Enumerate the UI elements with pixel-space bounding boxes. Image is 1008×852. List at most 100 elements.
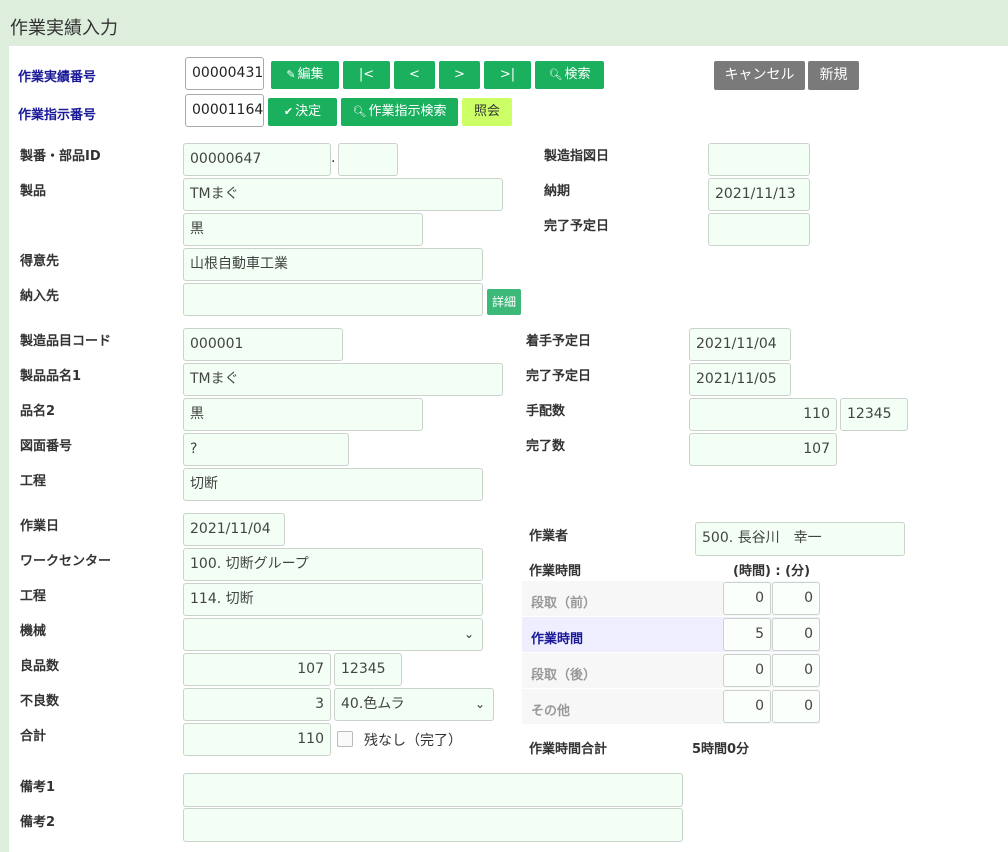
edit-button[interactable]: ✎ 編集 [271, 61, 339, 89]
worker-label: 作業者 [529, 529, 569, 544]
part-id-label: 製番・部品ID [20, 149, 101, 164]
order-search-button[interactable]: 🔍︎ 作業指示検索 [341, 98, 458, 126]
left-border [0, 46, 9, 852]
setup-after-hours[interactable]: 0 [723, 654, 771, 687]
defect-reason-select[interactable]: 40.色ムラ ⌄ [334, 688, 494, 721]
good-input[interactable]: 107 [183, 653, 331, 686]
part-id-separator: . [331, 150, 336, 166]
total-time-label: 作業時間合計 [529, 742, 608, 757]
worker-input[interactable]: 500. 長谷川 幸一 [695, 522, 905, 556]
cancel-button[interactable]: キャンセル [714, 61, 805, 90]
detail-button[interactable]: 詳細 [487, 289, 521, 315]
machine-label: 機械 [20, 624, 47, 639]
mfg-order-date-label: 製造指図日 [544, 149, 610, 164]
order-no-input[interactable]: 00001164 [185, 94, 264, 127]
item-name1-label: 製品品名1 [20, 369, 82, 384]
delivery-label: 納入先 [20, 289, 60, 304]
work-process-input[interactable]: 114. 切断 [183, 583, 483, 616]
setup-before-hours[interactable]: 0 [723, 582, 771, 615]
chevron-down-icon: ⌄ [463, 627, 474, 641]
done-input[interactable]: 107 [689, 433, 837, 466]
time-units-label: (時間) : (分) [733, 564, 811, 579]
item-code-label: 製造品目コード [20, 334, 112, 349]
work-date-input[interactable]: 2021/11/04 [183, 513, 285, 546]
other-minutes[interactable]: 0 [772, 690, 820, 723]
work-hours[interactable]: 5 [723, 618, 771, 651]
process-input[interactable]: 切断 [183, 468, 483, 501]
setup-after-label: 段取（後） [531, 668, 597, 683]
item-name2-label: 品名2 [20, 404, 56, 419]
arranged-sub-input[interactable]: 12345 [840, 398, 908, 431]
first-record-button[interactable]: |< [343, 61, 390, 89]
machine-select[interactable]: ⌄ [183, 618, 483, 651]
no-remaining-checkbox[interactable] [337, 731, 353, 747]
search-button[interactable]: 🔍︎ 検索 [535, 61, 604, 89]
work-time-row-label: 作業時間 [531, 632, 584, 647]
defect-input[interactable]: 3 [183, 688, 331, 721]
remark2-input[interactable] [183, 808, 683, 842]
end-plan-label: 完了予定日 [526, 369, 592, 384]
chevron-down-icon: ⌄ [474, 697, 485, 711]
start-plan-label: 着手予定日 [526, 334, 592, 349]
due-input[interactable]: 2021/11/13 [708, 178, 810, 211]
delivery-input[interactable] [183, 283, 483, 316]
end-plan-input[interactable]: 2021/11/05 [689, 363, 791, 396]
search-icon: 🔍︎ [548, 68, 563, 81]
work-center-input[interactable]: 100. 切断グループ [183, 548, 483, 581]
customer-label: 得意先 [20, 254, 60, 269]
other-hours[interactable]: 0 [723, 690, 771, 723]
part-id-sub-input[interactable] [338, 143, 398, 176]
record-no-input[interactable]: 00000431 [185, 57, 264, 90]
remark2-label: 備考2 [20, 815, 56, 830]
search-icon: 🔍︎ [352, 105, 367, 118]
total-label: 合計 [20, 729, 47, 744]
work-time-label: 作業時間 [529, 564, 582, 579]
total-time-value: 5時間0分 [692, 742, 750, 757]
record-no-label: 作業実績番号 [18, 70, 97, 85]
decide-button[interactable]: ✔ 決定 [268, 98, 337, 126]
item-code-input[interactable]: 000001 [183, 328, 343, 361]
check-icon: ✔ [283, 105, 294, 118]
drawing-label: 図面番号 [20, 439, 73, 454]
work-minutes[interactable]: 0 [772, 618, 820, 651]
process-label: 工程 [20, 474, 47, 489]
product-input[interactable]: TMまぐ [183, 178, 503, 211]
mfg-order-date-input[interactable] [708, 143, 810, 176]
start-plan-input[interactable]: 2021/11/04 [689, 328, 791, 361]
item-name2-input[interactable]: 黒 [183, 398, 423, 431]
arranged-input[interactable]: 110 [689, 398, 837, 431]
arranged-label: 手配数 [526, 404, 566, 419]
setup-before-label: 段取（前） [531, 596, 597, 611]
page-header: 作業実績入力 [0, 0, 1008, 46]
product-color-input[interactable]: 黒 [183, 213, 423, 246]
new-button[interactable]: 新規 [808, 61, 859, 90]
good-label: 良品数 [20, 659, 60, 674]
planned-end-label: 完了予定日 [544, 219, 610, 234]
page-title: 作業実績入力 [10, 18, 118, 39]
work-date-label: 作業日 [20, 519, 60, 534]
work-process-label: 工程 [20, 589, 47, 604]
remark1-label: 備考1 [20, 780, 56, 795]
defect-label: 不良数 [20, 694, 60, 709]
order-no-label: 作業指示番号 [18, 108, 97, 123]
drawing-input[interactable]: ? [183, 433, 349, 466]
due-label: 納期 [544, 184, 571, 199]
part-id-input[interactable]: 00000647 [183, 143, 331, 176]
other-time-label: その他 [531, 704, 571, 719]
remark1-input[interactable] [183, 773, 683, 807]
next-record-button[interactable]: > [439, 61, 480, 89]
good-sub-input[interactable]: 12345 [334, 653, 402, 686]
total-input[interactable]: 110 [183, 723, 331, 756]
planned-end-input[interactable] [708, 213, 810, 246]
customer-input[interactable]: 山根自動車工業 [183, 248, 483, 281]
last-record-button[interactable]: >| [484, 61, 531, 89]
product-label: 製品 [20, 184, 47, 199]
item-name1-input[interactable]: TMまぐ [183, 363, 503, 396]
setup-before-minutes[interactable]: 0 [772, 582, 820, 615]
prev-record-button[interactable]: < [394, 61, 435, 89]
work-center-label: ワークセンター [20, 554, 112, 569]
edit-icon: ✎ [286, 68, 296, 81]
setup-after-minutes[interactable]: 0 [772, 654, 820, 687]
inquiry-button[interactable]: 照会 [462, 98, 512, 126]
done-label: 完了数 [526, 439, 566, 454]
